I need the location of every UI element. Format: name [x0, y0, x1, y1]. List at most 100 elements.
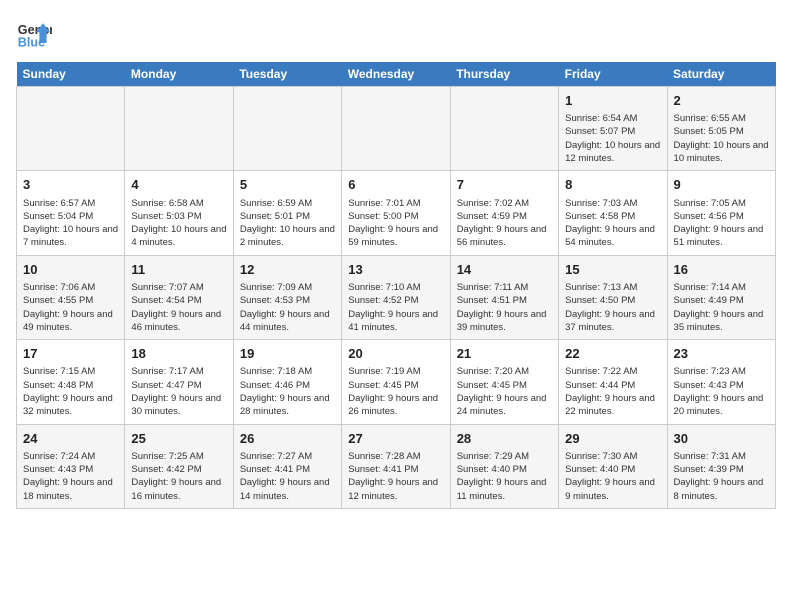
day-info: Sunrise: 7:06 AM [23, 281, 118, 294]
day-info: Sunrise: 7:30 AM [565, 450, 660, 463]
day-info: Sunset: 4:43 PM [23, 463, 118, 476]
calendar-cell: 30Sunrise: 7:31 AMSunset: 4:39 PMDayligh… [667, 424, 775, 508]
day-info: Sunset: 4:42 PM [131, 463, 226, 476]
calendar-cell: 12Sunrise: 7:09 AMSunset: 4:53 PMDayligh… [233, 255, 341, 339]
day-number: 21 [457, 345, 552, 363]
calendar-cell: 24Sunrise: 7:24 AMSunset: 4:43 PMDayligh… [17, 424, 125, 508]
day-info: Sunrise: 7:11 AM [457, 281, 552, 294]
calendar-cell: 28Sunrise: 7:29 AMSunset: 4:40 PMDayligh… [450, 424, 558, 508]
day-number: 17 [23, 345, 118, 363]
calendar-cell: 11Sunrise: 7:07 AMSunset: 4:54 PMDayligh… [125, 255, 233, 339]
calendar-cell: 18Sunrise: 7:17 AMSunset: 4:47 PMDayligh… [125, 340, 233, 424]
day-number: 29 [565, 430, 660, 448]
calendar-cell: 16Sunrise: 7:14 AMSunset: 4:49 PMDayligh… [667, 255, 775, 339]
calendar-cell: 13 Sunrise: 7:10 AMSunset: 4:52 PMDayligh… [342, 255, 450, 339]
day-info: Daylight: 9 hours and 16 minutes. [131, 476, 226, 503]
day-number: 30 [674, 430, 769, 448]
day-info: Sunrise: 7:31 AM [674, 450, 769, 463]
calendar-week-3: 10Sunrise: 7:06 AMSunset: 4:55 PMDayligh… [17, 255, 776, 339]
day-info: Sunrise: 7:24 AM [23, 450, 118, 463]
calendar-cell: 29Sunrise: 7:30 AMSunset: 4:40 PMDayligh… [559, 424, 667, 508]
day-info: Daylight: 9 hours and 35 minutes. [674, 308, 769, 335]
day-number: 3 [23, 176, 118, 194]
day-info: Sunrise: 7:29 AM [457, 450, 552, 463]
calendar-week-5: 24Sunrise: 7:24 AMSunset: 4:43 PMDayligh… [17, 424, 776, 508]
day-info: Daylight: 9 hours and 22 minutes. [565, 392, 660, 419]
day-number: 20 [348, 345, 443, 363]
day-info: Daylight: 9 hours and 56 minutes. [457, 223, 552, 250]
day-info: Daylight: 9 hours and 20 minutes. [674, 392, 769, 419]
day-info: Sunset: 4:58 PM [565, 210, 660, 223]
weekday-header-saturday: Saturday [667, 62, 775, 87]
day-number: 2 [674, 92, 769, 110]
day-info: Sunset: 4:40 PM [457, 463, 552, 476]
weekday-header-tuesday: Tuesday [233, 62, 341, 87]
day-info: Sunset: 4:49 PM [674, 294, 769, 307]
weekday-header-thursday: Thursday [450, 62, 558, 87]
calendar-cell: 10Sunrise: 7:06 AMSunset: 4:55 PMDayligh… [17, 255, 125, 339]
day-info: Sunset: 5:04 PM [23, 210, 118, 223]
day-info: Daylight: 9 hours and 49 minutes. [23, 308, 118, 335]
day-info: Sunset: 5:07 PM [565, 125, 660, 138]
day-info: Daylight: 9 hours and 14 minutes. [240, 476, 335, 503]
day-info: Sunset: 5:01 PM [240, 210, 335, 223]
calendar-cell: 26Sunrise: 7:27 AMSunset: 4:41 PMDayligh… [233, 424, 341, 508]
day-info: Sunset: 4:39 PM [674, 463, 769, 476]
day-number: 22 [565, 345, 660, 363]
day-info: Sunrise: 7:19 AM [348, 365, 443, 378]
day-number: 25 [131, 430, 226, 448]
day-info: Sunrise: 7:05 AM [674, 197, 769, 210]
day-info: Sunrise: 7:10 AM [348, 281, 443, 294]
day-info: Sunrise: 7:23 AM [674, 365, 769, 378]
calendar-cell: 19Sunrise: 7:18 AMSunset: 4:46 PMDayligh… [233, 340, 341, 424]
day-info: Daylight: 9 hours and 37 minutes. [565, 308, 660, 335]
calendar-cell: 1Sunrise: 6:54 AMSunset: 5:07 PMDaylight… [559, 87, 667, 171]
day-info: Daylight: 10 hours and 7 minutes. [23, 223, 118, 250]
day-info: Daylight: 9 hours and 46 minutes. [131, 308, 226, 335]
calendar-cell: 21Sunrise: 7:20 AMSunset: 4:45 PMDayligh… [450, 340, 558, 424]
day-number: 1 [565, 92, 660, 110]
calendar-cell: 9Sunrise: 7:05 AMSunset: 4:56 PMDaylight… [667, 171, 775, 255]
day-number: 14 [457, 261, 552, 279]
page-header: General Blue [16, 16, 776, 52]
day-number: 19 [240, 345, 335, 363]
day-info: Sunset: 4:52 PM [348, 294, 443, 307]
day-info: Sunset: 4:41 PM [348, 463, 443, 476]
day-info: Daylight: 9 hours and 18 minutes. [23, 476, 118, 503]
day-info: Sunrise: 7:25 AM [131, 450, 226, 463]
day-info: Sunset: 5:03 PM [131, 210, 226, 223]
day-number: 28 [457, 430, 552, 448]
day-number: 27 [348, 430, 443, 448]
day-info: Sunset: 4:44 PM [565, 379, 660, 392]
day-info: Sunrise: 7:18 AM [240, 365, 335, 378]
calendar-cell: 5Sunrise: 6:59 AMSunset: 5:01 PMDaylight… [233, 171, 341, 255]
calendar-week-4: 17Sunrise: 7:15 AMSunset: 4:48 PMDayligh… [17, 340, 776, 424]
day-info: Sunrise: 7:14 AM [674, 281, 769, 294]
calendar-table: SundayMondayTuesdayWednesdayThursdayFrid… [16, 62, 776, 509]
day-info: Daylight: 10 hours and 2 minutes. [240, 223, 335, 250]
day-number: 23 [674, 345, 769, 363]
logo-icon: General Blue [16, 16, 52, 52]
calendar-cell: 14Sunrise: 7:11 AMSunset: 4:51 PMDayligh… [450, 255, 558, 339]
day-info: Sunset: 4:43 PM [674, 379, 769, 392]
day-number: 10 [23, 261, 118, 279]
day-number: 5 [240, 176, 335, 194]
day-info: Daylight: 9 hours and 41 minutes. [348, 308, 443, 335]
day-info: Sunset: 4:54 PM [131, 294, 226, 307]
day-number: 26 [240, 430, 335, 448]
calendar-cell: 2Sunrise: 6:55 AMSunset: 5:05 PMDaylight… [667, 87, 775, 171]
day-info: Sunrise: 6:55 AM [674, 112, 769, 125]
calendar-cell: 3Sunrise: 6:57 AMSunset: 5:04 PMDaylight… [17, 171, 125, 255]
day-info: Sunrise: 7:20 AM [457, 365, 552, 378]
day-info: Daylight: 9 hours and 28 minutes. [240, 392, 335, 419]
day-info: Sunrise: 7:01 AM [348, 197, 443, 210]
day-number: 13 [348, 261, 443, 279]
day-info: Daylight: 10 hours and 4 minutes. [131, 223, 226, 250]
calendar-cell: 6Sunrise: 7:01 AMSunset: 5:00 PMDaylight… [342, 171, 450, 255]
calendar-cell: 15Sunrise: 7:13 AMSunset: 4:50 PMDayligh… [559, 255, 667, 339]
calendar-cell: 23 Sunrise: 7:23 AMSunset: 4:43 PMDayligh… [667, 340, 775, 424]
day-info: Sunset: 4:56 PM [674, 210, 769, 223]
day-info: Sunrise: 7:28 AM [348, 450, 443, 463]
day-number: 15 [565, 261, 660, 279]
calendar-cell [342, 87, 450, 171]
